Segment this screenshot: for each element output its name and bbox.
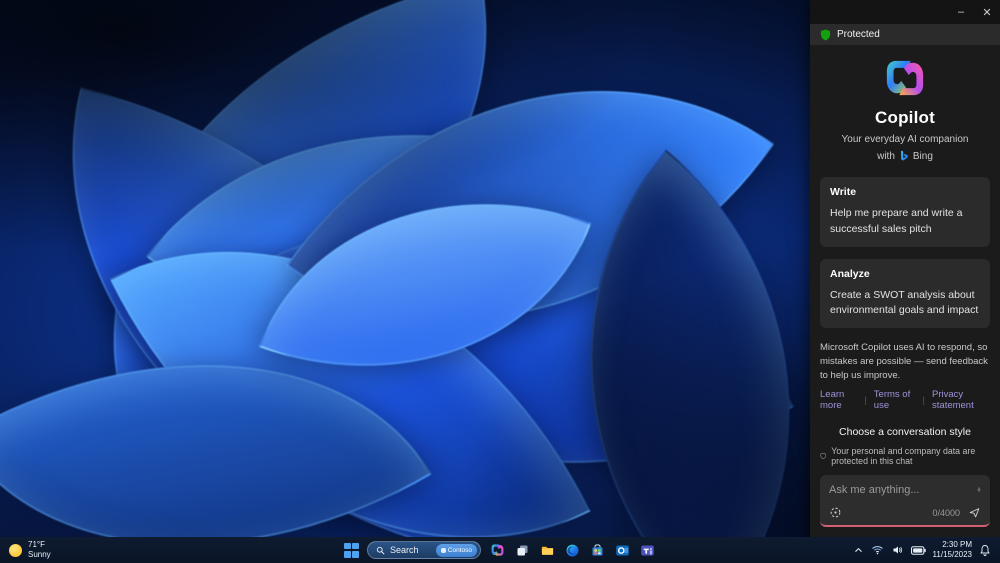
- battery-icon[interactable]: [910, 545, 926, 556]
- search-label: Search: [390, 545, 419, 555]
- card-title: Write: [830, 186, 857, 198]
- notification-bell-icon[interactable]: [979, 544, 991, 557]
- card-body: Help me prepare and write a successful s…: [830, 207, 963, 235]
- copilot-logo-icon: [886, 60, 924, 96]
- bing-icon: [900, 150, 908, 161]
- copilot-title: Copilot: [875, 108, 935, 127]
- taskbar-task-view-icon[interactable]: [514, 542, 531, 559]
- network-icon[interactable]: [871, 544, 884, 556]
- microphone-icon[interactable]: [977, 483, 981, 496]
- privacy-statement-link[interactable]: Privacy statement: [932, 389, 990, 411]
- copilot-tagline: Your everyday AI companion: [841, 134, 969, 145]
- taskbar-microsoft-store-icon[interactable]: [589, 542, 606, 559]
- card-title: Analyze: [830, 267, 870, 280]
- protected-banner: Protected: [810, 24, 1000, 45]
- conversation-style-heading: Choose a conversation style: [839, 426, 971, 439]
- card-body: Create a SWOT analysis about environment…: [830, 288, 979, 317]
- send-icon[interactable]: [968, 506, 981, 519]
- badge-icon: [440, 547, 446, 553]
- tray-overflow-chevron-icon[interactable]: [853, 545, 864, 556]
- shield-outline-icon: [820, 453, 826, 460]
- sun-icon: [9, 543, 22, 557]
- panel-titlebar: – ✕: [810, 0, 1000, 24]
- taskbar-file-explorer-icon[interactable]: [539, 542, 556, 559]
- copilot-panel: – ✕ Protected Copilot Your everyday AI c…: [810, 0, 1000, 537]
- copilot-hero: Copilot Your everyday AI companion with …: [810, 57, 1000, 162]
- data-protection-note: Your personal and company data are prote…: [820, 446, 990, 466]
- learn-more-link[interactable]: Learn more: [820, 389, 857, 411]
- taskbar-edge-icon[interactable]: [564, 542, 581, 559]
- close-button[interactable]: ✕: [974, 0, 1000, 24]
- weather-condition: Sunny: [28, 550, 51, 559]
- legal-links: Learn more | Terms of use | Privacy stat…: [820, 389, 990, 411]
- bing-label: Bing: [912, 150, 933, 162]
- taskbar-copilot-icon[interactable]: [489, 542, 506, 559]
- taskbar: 71°F Sunny Search Contoso 2:30 PM 11/15/…: [0, 537, 1000, 563]
- minimize-button[interactable]: –: [948, 0, 974, 24]
- character-counter: 0/4000: [932, 507, 960, 518]
- with-label: with: [877, 150, 895, 162]
- terms-of-use-link[interactable]: Terms of use: [874, 389, 916, 411]
- suggestion-card-analyze[interactable]: Analyze Create a SWOT analysis about env…: [820, 258, 990, 328]
- screenshot-capture-icon[interactable]: [829, 506, 842, 519]
- protected-label: Protected: [837, 29, 880, 40]
- suggestion-card-write[interactable]: Write Help me prepare and write a succes…: [820, 177, 990, 247]
- system-tray: 2:30 PM 11/15/2023: [853, 540, 1000, 560]
- clock-time: 2:30 PM: [942, 540, 972, 549]
- start-button[interactable]: [344, 542, 359, 558]
- taskbar-clock[interactable]: 2:30 PM 11/15/2023: [933, 540, 972, 560]
- clock-date: 11/15/2023: [932, 550, 972, 559]
- ai-disclaimer: Microsoft Copilot uses AI to respond, so…: [820, 342, 988, 381]
- bing-attribution: with Bing: [810, 150, 1000, 162]
- weather-temperature: 71°F: [28, 540, 45, 549]
- chat-input-box: 0/4000: [820, 475, 990, 528]
- taskbar-center: Search Contoso: [344, 537, 656, 563]
- chat-input[interactable]: [829, 483, 971, 496]
- taskbar-search[interactable]: Search Contoso: [367, 541, 481, 559]
- search-icon: [376, 546, 385, 554]
- shield-icon: [820, 29, 831, 40]
- volume-icon[interactable]: [891, 544, 904, 556]
- weather-widget[interactable]: 71°F Sunny: [0, 540, 51, 560]
- taskbar-outlook-icon[interactable]: [614, 542, 631, 559]
- search-highlight-badge[interactable]: Contoso: [435, 543, 477, 557]
- taskbar-teams-icon[interactable]: [639, 542, 656, 559]
